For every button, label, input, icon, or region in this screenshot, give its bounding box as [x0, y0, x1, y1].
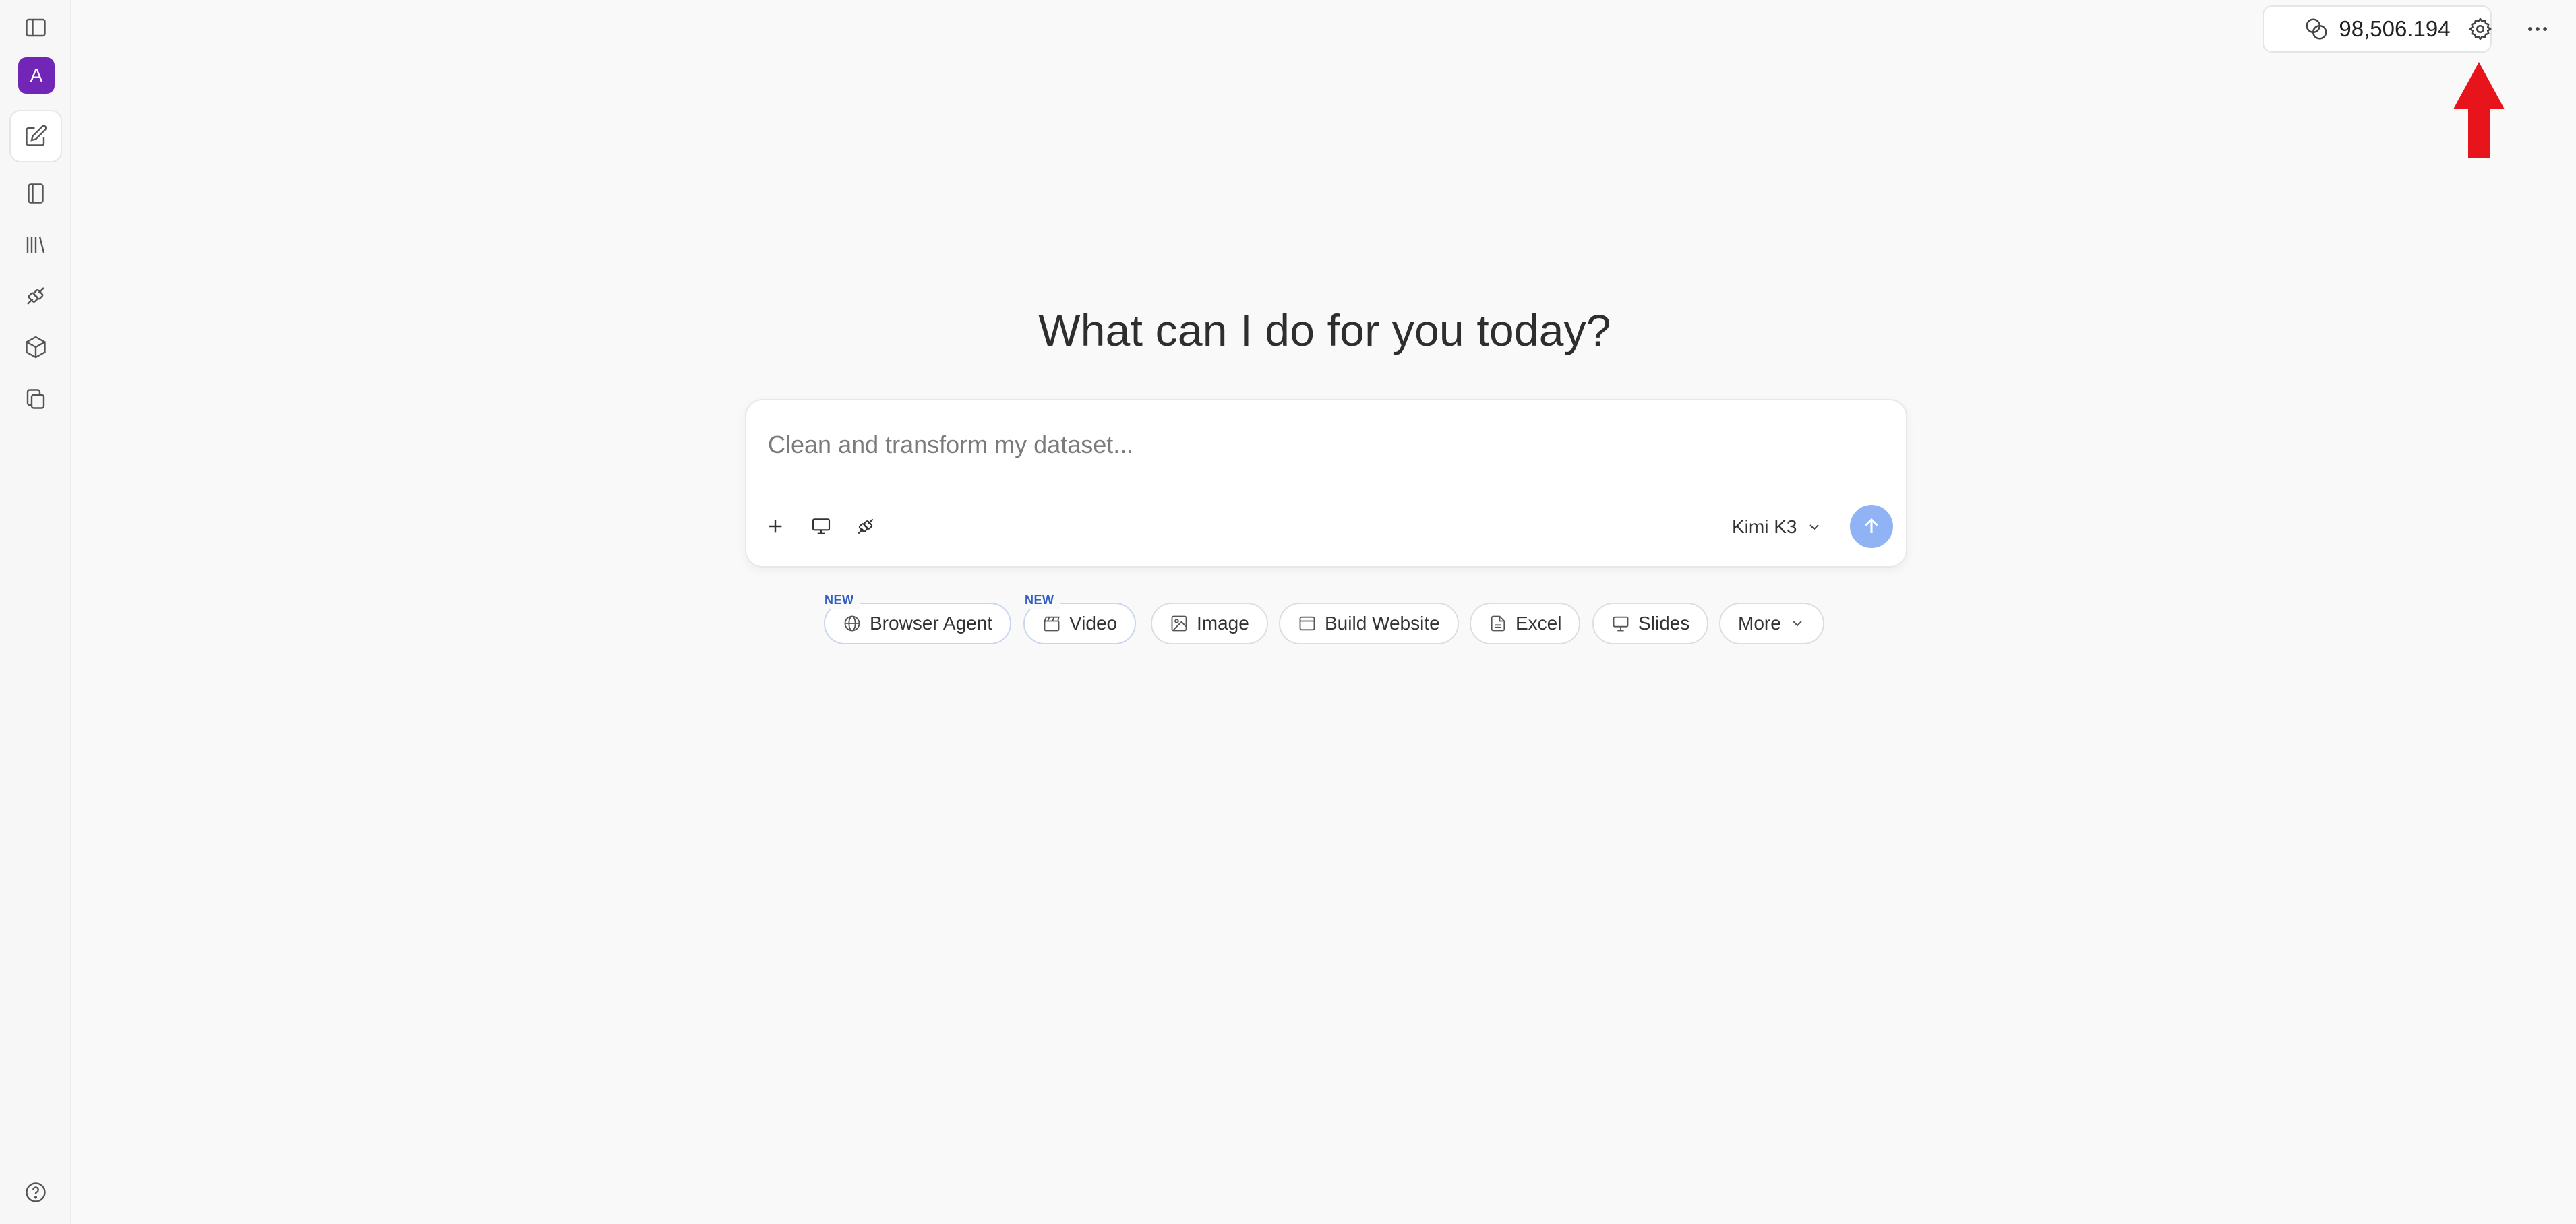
document-icon — [1491, 615, 1505, 632]
notebook-button[interactable] — [9, 167, 62, 220]
chevron-down-icon — [1793, 621, 1802, 627]
plugins-tool-button[interactable] — [847, 508, 884, 545]
sidebar-toggle-icon — [26, 18, 46, 37]
more-horizontal-icon — [2528, 27, 2547, 31]
chip-build-website[interactable]: Build Website — [1279, 603, 1459, 644]
sidebar-toggle-button[interactable] — [9, 1, 62, 54]
plus-icon — [769, 520, 782, 533]
library-icon — [26, 236, 45, 253]
globe-icon — [844, 615, 860, 632]
new-badge: NEW — [819, 590, 860, 609]
chip-label: Browser Agent — [870, 613, 993, 634]
help-button[interactable] — [9, 1166, 62, 1219]
chip-excel[interactable]: Excel — [1470, 603, 1581, 644]
monitor-icon — [812, 518, 831, 534]
prompt-input[interactable] — [768, 425, 1847, 465]
coins-icon — [2306, 18, 2327, 40]
attach-button[interactable] — [757, 508, 793, 545]
clapperboard-icon — [1044, 616, 1060, 632]
copy-icon — [26, 389, 45, 409]
new-chat-button[interactable] — [9, 110, 62, 162]
chip-more[interactable]: More — [1719, 603, 1824, 644]
notebook-icon — [28, 183, 44, 204]
avatar[interactable]: A — [18, 57, 55, 94]
model-select[interactable]: Kimi K3 — [1732, 512, 1822, 542]
plug-icon — [858, 518, 874, 534]
send-button[interactable] — [1850, 505, 1893, 548]
chip-slides[interactable]: Slides — [1592, 603, 1709, 644]
sidebar: A — [0, 0, 71, 1224]
model-label: Kimi K3 — [1732, 516, 1797, 537]
computer-mode-button[interactable] — [803, 508, 839, 545]
chip-label: Image — [1197, 613, 1249, 634]
chip-label: Build Website — [1325, 613, 1440, 634]
chevron-down-icon — [1809, 524, 1820, 530]
image-icon — [1171, 615, 1187, 632]
chip-label: Slides — [1638, 613, 1690, 634]
annotation-arrow-icon — [2453, 62, 2505, 158]
new-chat-icon — [26, 125, 47, 146]
browser-window-icon — [1299, 616, 1315, 631]
help-icon — [26, 1182, 46, 1202]
gear-icon — [2468, 17, 2492, 41]
settings-button[interactable] — [2459, 8, 2501, 50]
chip-label: More — [1738, 613, 1781, 634]
presentation-icon — [1613, 616, 1629, 632]
credits-value: 98,506.194 — [2339, 16, 2451, 41]
arrow-up-icon — [1865, 518, 1878, 533]
copy-button[interactable] — [9, 373, 62, 425]
new-badge: NEW — [1019, 590, 1060, 609]
page-title: What can I do for you today? — [1038, 305, 1611, 355]
chip-label: Excel — [1516, 613, 1562, 634]
composer: Kimi K3 — [745, 399, 1907, 568]
library-button[interactable] — [9, 218, 62, 271]
chip-image[interactable]: Image — [1151, 603, 1268, 644]
more-options-button[interactable] — [2517, 8, 2558, 50]
credits-badge[interactable]: 98,506.194 — [2263, 5, 2492, 53]
chip-label: Video — [1069, 613, 1118, 634]
